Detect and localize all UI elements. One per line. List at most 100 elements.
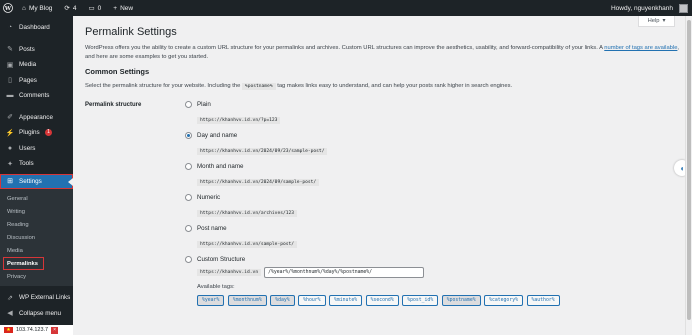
collapse-label: Collapse menu bbox=[19, 309, 62, 317]
admin-bar: W ⌂ My Blog ⟳ 4 ▭ 0 + New Howdy, nguyenk… bbox=[0, 0, 692, 16]
submenu-item-reading[interactable]: Reading bbox=[0, 218, 73, 231]
submenu-item-discussion[interactable]: Discussion bbox=[0, 231, 73, 244]
desc-post: tag makes links easy to understand, and … bbox=[275, 83, 513, 89]
page-icon: ▯ bbox=[8, 77, 12, 85]
sidebar-item-label: Posts bbox=[19, 45, 35, 53]
tag-button[interactable]: %second% bbox=[365, 295, 399, 306]
svg-text:W: W bbox=[4, 6, 12, 12]
available-tags: %year% %monthnum% %day% %hour% %minute% %seco… bbox=[197, 295, 560, 306]
sidebar-item-label: Pages bbox=[19, 76, 37, 84]
sidebar-item-label: Comments bbox=[19, 92, 50, 100]
plugins-update-badge: 1 bbox=[44, 129, 53, 137]
option-example: https://khanhvv.id.vn/sample-post/ bbox=[197, 241, 298, 248]
radio-day-and-name[interactable] bbox=[185, 132, 192, 139]
sidebar-item-media[interactable]: ▣ Media bbox=[0, 57, 73, 73]
sidebar-item-label: Tools bbox=[19, 160, 34, 168]
sidebar-item-settings[interactable]: ⊞ Settings bbox=[0, 173, 73, 189]
submenu-item-general[interactable]: General bbox=[0, 192, 73, 205]
intro-text: WordPress offers you the ability to crea… bbox=[85, 45, 605, 51]
comments-link[interactable]: ▭ 0 bbox=[83, 0, 108, 16]
row-label: Permalink structure bbox=[85, 102, 142, 108]
option-day-and-name: Day and name https://khanhvv.id.vn/2024/… bbox=[185, 132, 560, 163]
option-label: Month and name bbox=[197, 163, 244, 170]
option-label: Plain bbox=[197, 101, 211, 108]
vertical-scrollbar[interactable] bbox=[685, 16, 692, 335]
sidebar-item-plugins[interactable]: ⚡ Plugins 1 bbox=[0, 125, 73, 141]
collapse-icon: ◀ bbox=[7, 310, 13, 318]
radio-plain[interactable] bbox=[185, 101, 192, 108]
site-name-link[interactable]: ⌂ My Blog bbox=[16, 0, 58, 16]
sidebar-item-tools[interactable]: ✦ Tools bbox=[0, 156, 73, 172]
custom-structure-input[interactable]: /%year%/%monthnum%/%day%/%postname%/ bbox=[264, 267, 425, 278]
radio-post-name[interactable] bbox=[185, 225, 192, 232]
settings-sliders-icon: ⊞ bbox=[7, 178, 13, 186]
sidebar-item-comments[interactable]: ▬ Comments bbox=[0, 88, 73, 104]
user-icon: ● bbox=[7, 144, 13, 152]
option-custom-structure: Custom Structure https://khanhvv.id.vn /… bbox=[185, 256, 560, 306]
sidebar-item-appearance[interactable]: ✐ Appearance bbox=[0, 110, 73, 126]
ip-address: 103.74.123.7 bbox=[16, 327, 49, 333]
new-content-link[interactable]: + New bbox=[107, 0, 139, 16]
chevron-down-icon: ▾ bbox=[662, 18, 666, 24]
submenu-item-permalinks[interactable]: Permalinks bbox=[3, 257, 44, 270]
comments-count: 0 bbox=[97, 4, 102, 12]
flag-icon: ★ bbox=[4, 327, 13, 333]
option-label: Custom Structure bbox=[197, 256, 246, 263]
gauge-icon: ◔ bbox=[7, 24, 13, 32]
page-title: Permalink Settings bbox=[85, 26, 177, 38]
tag-button[interactable]: %category% bbox=[484, 295, 523, 306]
submenu-item-media[interactable]: Media bbox=[0, 244, 73, 257]
howdy-text: Howdy, nguyenkhanh bbox=[610, 4, 673, 12]
tag-button[interactable]: %day% bbox=[270, 295, 295, 306]
close-icon[interactable]: × bbox=[51, 326, 59, 334]
sidebar-item-wp-external-links[interactable]: ⇗ WP External Links bbox=[0, 290, 73, 306]
scrollbar-thumb[interactable] bbox=[687, 20, 691, 320]
option-example: https://khanhvv.id.vn/?p=123 bbox=[197, 117, 281, 124]
tag-button[interactable]: %post_id% bbox=[402, 295, 439, 306]
tags-available-link[interactable]: number of tags are available bbox=[604, 45, 677, 51]
section-title: Common Settings bbox=[85, 67, 150, 76]
external-link-icon: ⇗ bbox=[7, 294, 13, 302]
plus-icon: + bbox=[113, 4, 118, 12]
radio-month-and-name[interactable] bbox=[185, 163, 192, 170]
comment-icon: ▭ bbox=[88, 5, 95, 12]
brush-icon: ✐ bbox=[7, 114, 13, 122]
tag-button[interactable]: %minute% bbox=[329, 295, 363, 306]
submenu-item-privacy[interactable]: Privacy bbox=[0, 270, 73, 283]
refresh-icon: ⟳ bbox=[64, 5, 70, 12]
sidebar-item-label: Appearance bbox=[19, 113, 53, 121]
sidebar-item-label: Settings bbox=[19, 177, 42, 185]
sidebar-item-posts[interactable]: ✎ Posts bbox=[0, 42, 73, 58]
sidebar-item-label: WP External Links bbox=[19, 294, 71, 302]
sidebar-item-dashboard[interactable]: ◔ Dashboard bbox=[0, 20, 73, 36]
radio-numeric[interactable] bbox=[185, 194, 192, 201]
comment-icon: ▬ bbox=[6, 92, 14, 100]
option-example: https://khanhvv.id.vn/2024/09/sample-pos… bbox=[197, 179, 320, 186]
sidebar-item-label: Plugins bbox=[19, 129, 40, 137]
tag-button[interactable]: %author% bbox=[526, 295, 560, 306]
radio-custom-structure[interactable] bbox=[185, 256, 192, 263]
sidebar-item-users[interactable]: ● Users bbox=[0, 141, 73, 157]
wordpress-logo-icon[interactable]: W bbox=[0, 0, 16, 16]
tag-button[interactable]: %year% bbox=[197, 295, 225, 306]
wrench-icon: ✦ bbox=[7, 160, 13, 168]
submenu-item-writing[interactable]: Writing bbox=[0, 205, 73, 218]
collapse-menu-button[interactable]: ◀ Collapse menu bbox=[0, 306, 73, 322]
my-account-link[interactable]: Howdy, nguyenkhanh bbox=[605, 0, 692, 16]
option-numeric: Numeric https://khanhvv.id.vn/archives/1… bbox=[185, 194, 560, 225]
sidebar-item-pages[interactable]: ▯ Pages bbox=[0, 73, 73, 89]
updates-count: 4 bbox=[72, 4, 77, 12]
tag-button[interactable]: %postname% bbox=[441, 295, 481, 306]
sidebar-item-label: Users bbox=[19, 144, 36, 152]
help-tab-button[interactable]: Help ▾ bbox=[638, 16, 675, 27]
taskbar-tray: ★ 103.74.123.7 × bbox=[0, 325, 73, 335]
tag-button[interactable]: %monthnum% bbox=[227, 295, 267, 306]
option-label: Day and name bbox=[197, 132, 238, 139]
permalink-options: Plain https://khanhvv.id.vn/?p=123 Day a… bbox=[185, 101, 560, 306]
option-example: https://khanhvv.id.vn/archives/123 bbox=[197, 210, 298, 217]
updates-link[interactable]: ⟳ 4 bbox=[58, 0, 82, 16]
tag-button[interactable]: %hour% bbox=[298, 295, 326, 306]
pin-icon: ✎ bbox=[7, 46, 13, 54]
option-label: Post name bbox=[197, 225, 227, 232]
permalink-structure-row: Permalink structure Plain https://khanhv… bbox=[85, 101, 685, 306]
